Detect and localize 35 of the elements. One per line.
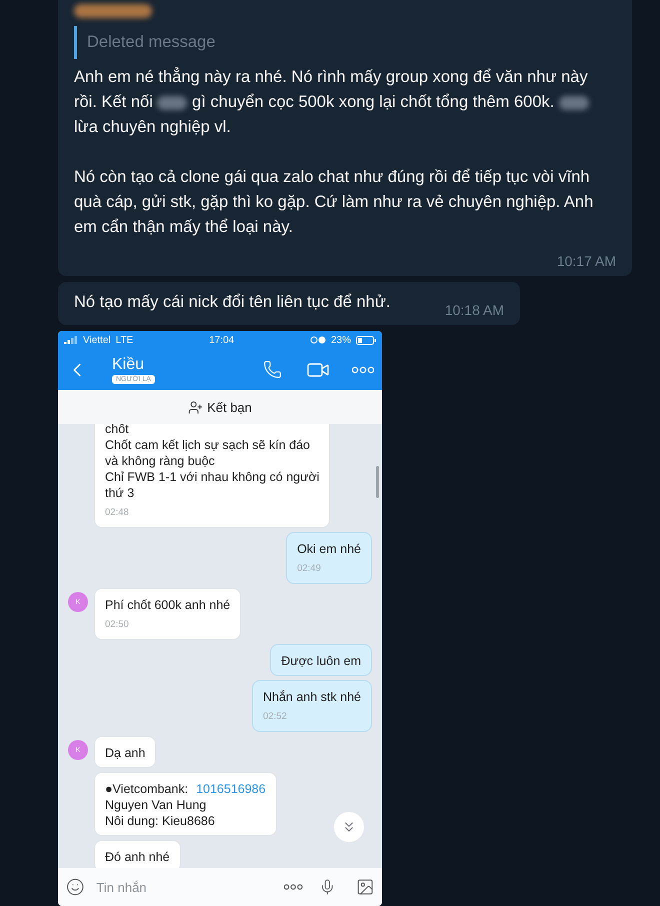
carrier-name: Viettel [83, 334, 111, 346]
chat-bubble: Oki em nhé 02:49 [286, 532, 372, 584]
signal-icon [64, 336, 78, 344]
chat-bubble: Phí chốt 600k anh nhé 02:50 [94, 588, 242, 640]
account-link[interactable]: 1016516986 [196, 782, 266, 796]
message-text: Nó còn tạo cả clone gái qua zalo chat như đúng rồi để tiếp tục vòi vĩnh quà cáp, gửi stk, gặp thì ko gặp. Cứ làm như ra vẻ chuyên nghiệp. Anh em cẩn thận mấy thể loại này. [74, 167, 594, 238]
chat-bubble: Nhắn anh stk nhé 02:52 [252, 680, 372, 732]
contact-name: Kiều [112, 356, 146, 374]
chat-bubble: Dạ anh [94, 736, 156, 768]
more-icon[interactable] [284, 883, 303, 891]
battery-icon [356, 336, 376, 344]
message-time: 10:17 AM [556, 254, 616, 268]
chat-bubble: Đó anh nhé [94, 840, 181, 868]
chat-time: 02:49 [297, 562, 322, 576]
scroll-down-button[interactable] [334, 812, 364, 842]
reply-quote[interactable]: Deleted message [74, 26, 616, 59]
blurred-word [157, 96, 188, 110]
network-type: LTE [116, 334, 134, 346]
add-person-icon [188, 400, 204, 414]
more-icon[interactable] [352, 366, 374, 374]
chat-bubble: ●Vietcombank: 1016516986 Nguyen Van Hung Nôi dung: Kieu8686 [94, 772, 277, 836]
sticker-icon[interactable] [66, 876, 84, 898]
add-friend-button[interactable]: Kết bạn [188, 400, 252, 414]
message-time: 10:18 AM [444, 303, 504, 317]
battery-percent: 23% [330, 334, 351, 346]
chat-bubble: Được luôn em [270, 644, 372, 676]
call-icon[interactable] [263, 360, 282, 379]
status-clock: 17:04 [209, 334, 234, 346]
blurred-word [558, 96, 589, 110]
message-text: Nó tạo mấy cái nick đổi tên liên tục để nhử. [74, 292, 390, 313]
scrollbar[interactable] [376, 466, 379, 498]
chat-time: 02:48 [105, 506, 130, 520]
chat-time: 02:52 [263, 710, 288, 724]
chat-time: 02:50 [105, 618, 130, 632]
message-text: Anh em né thẳng này ra nhé. Nó rình mấy group xong để văn như này rồi. Kết nối gì chuyển cọc 500k xong lại chốt tổng thêm 600k. lừa chuyên nghiệp vl. [74, 66, 590, 138]
